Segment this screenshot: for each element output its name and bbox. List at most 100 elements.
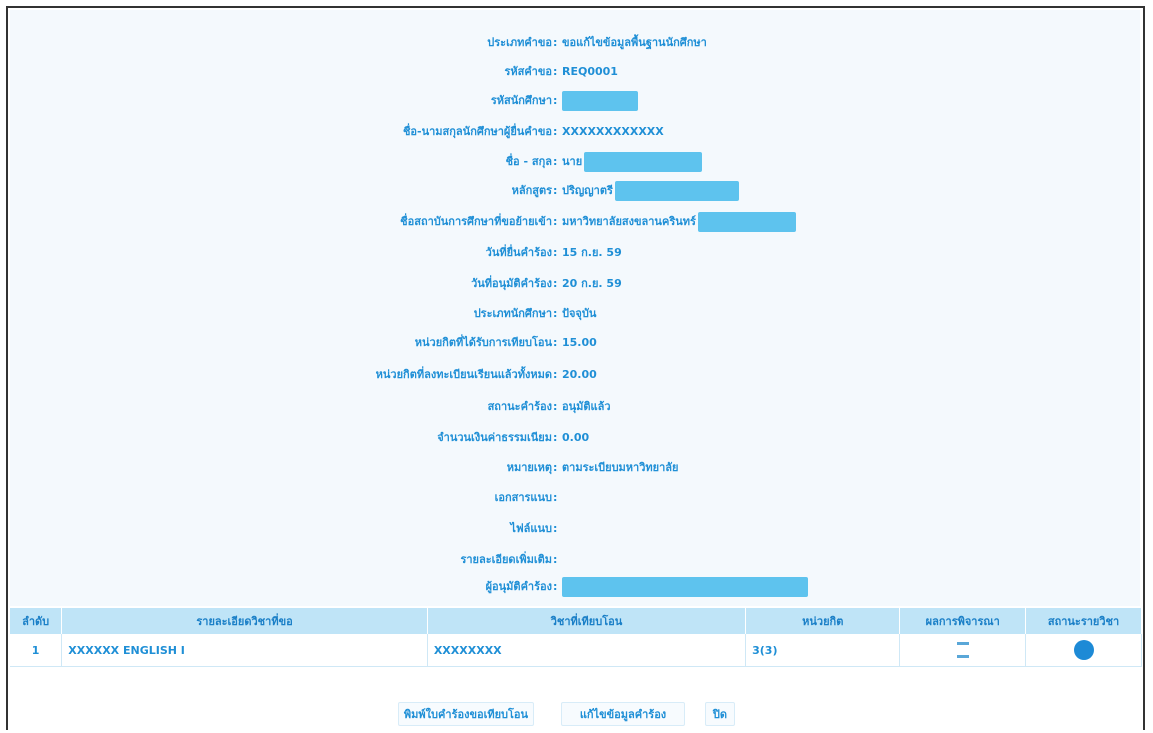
redacted-value bbox=[562, 577, 808, 597]
form-row: หมายเหตุ: ตามระเบียบมหาวิทยาลัย bbox=[10, 457, 1140, 479]
status-indicator-icon[interactable] bbox=[1073, 640, 1094, 660]
cell-result bbox=[899, 634, 1027, 667]
field-value-text: ปริญญาตรี bbox=[562, 184, 613, 197]
field-separator: : bbox=[553, 246, 558, 259]
field-separator: : bbox=[553, 36, 558, 49]
field-separator: : bbox=[553, 125, 558, 138]
field-value: ปัจจุบัน bbox=[562, 303, 596, 325]
field-value: ขอแก้ไขข้อมูลพื้นฐานนักศึกษา bbox=[562, 32, 707, 54]
field-label: สถานะคำร้อง bbox=[487, 400, 552, 413]
field-value: 0.00 bbox=[562, 427, 589, 449]
field-value: ปริญญาตรี bbox=[562, 180, 739, 202]
field-value: 15 ก.ย. 59 bbox=[562, 242, 622, 264]
field-value-text: 15.00 bbox=[562, 336, 597, 349]
field-separator: : bbox=[553, 400, 558, 413]
form-row: ชื่อสถาบันการศึกษาที่ขอย้ายเข้า: มหาวิทยา… bbox=[10, 211, 1140, 233]
redacted-value bbox=[584, 152, 703, 172]
field-label: ประเภทนักศึกษา bbox=[473, 307, 552, 320]
field-value: 20.00 bbox=[562, 364, 597, 386]
form-row: หน่วยกิตที่ได้รับการเทียบโอน:15.00 bbox=[10, 332, 1140, 354]
field-separator: : bbox=[553, 215, 558, 228]
field-value bbox=[562, 576, 808, 598]
field-value bbox=[562, 90, 638, 112]
col-header-status: สถานะรายวิชา bbox=[1025, 608, 1142, 634]
cell-transfer: XXXXXXXX bbox=[427, 634, 747, 667]
field-value: REQ0001 bbox=[562, 61, 618, 83]
edit-button[interactable]: แก้ไขข้อมูลคำร้อง bbox=[561, 702, 685, 726]
cell-status bbox=[1025, 634, 1142, 667]
col-header-result: ผลการพิจารณา bbox=[899, 608, 1027, 634]
field-label: จำนวนเงินค่าธรรมเนียม bbox=[437, 431, 552, 444]
field-label: ไฟล์แนบ bbox=[510, 522, 552, 535]
subject-table: ลำดับ รายละเอียดวิชาที่ขอ วิชาที่เทียบโอ… bbox=[10, 608, 1142, 667]
redacted-value bbox=[697, 212, 796, 232]
field-value-text: นาย bbox=[562, 155, 583, 168]
form-row: ชื่อ-นามสกุลนักศึกษาผู้ยื่นคำขอ: XXXXXXXX… bbox=[10, 121, 1140, 143]
form-row: รหัสนักศึกษา: bbox=[10, 90, 1140, 112]
field-value: อนุมัติแล้ว bbox=[562, 396, 611, 418]
form-row: รหัสคำขอ: REQ0001 bbox=[10, 61, 1140, 83]
field-separator: : bbox=[553, 336, 558, 349]
redacted-value bbox=[614, 181, 739, 201]
request-detail-form: ประเภทคำขอ: ขอแก้ไขข้อมูลพื้นฐานนักศึกษาร… bbox=[10, 10, 1140, 606]
field-separator: : bbox=[553, 553, 558, 566]
field-separator: : bbox=[553, 94, 558, 107]
field-value-text: ตามระเบียบมหาวิทยาลัย bbox=[562, 461, 679, 474]
field-separator: : bbox=[553, 65, 558, 78]
redacted-value bbox=[562, 91, 638, 111]
close-button[interactable]: ปิด bbox=[705, 702, 735, 726]
field-separator: : bbox=[553, 368, 558, 381]
field-label: ชื่อ-นามสกุลนักศึกษาผู้ยื่นคำขอ bbox=[402, 125, 552, 138]
col-header-subject: รายละเอียดวิชาที่ขอ bbox=[61, 608, 428, 634]
approved-icon bbox=[956, 642, 969, 658]
field-label: หน่วยกิตที่ได้รับการเทียบโอน bbox=[414, 336, 552, 349]
field-label: ชื่อสถาบันการศึกษาที่ขอย้ายเข้า bbox=[400, 215, 552, 228]
field-separator: : bbox=[553, 307, 558, 320]
field-value-text: 20.00 bbox=[562, 368, 597, 381]
field-value-text: อนุมัติแล้ว bbox=[562, 400, 611, 413]
form-row: ชื่อ - สกุล: นาย bbox=[10, 151, 1140, 173]
field-value: XXXXXXXXXXXX bbox=[562, 121, 664, 143]
form-row: หลักสูตร: ปริญญาตรี bbox=[10, 180, 1140, 202]
field-value: ตามระเบียบมหาวิทยาลัย bbox=[562, 457, 678, 479]
form-row: ประเภทคำขอ: ขอแก้ไขข้อมูลพื้นฐานนักศึกษา bbox=[10, 32, 1140, 54]
form-row: ประเภทนักศึกษา: ปัจจุบัน bbox=[10, 303, 1140, 325]
col-header-transfer: วิชาที่เทียบโอน bbox=[427, 608, 747, 634]
field-value-text: ขอแก้ไขข้อมูลพื้นฐานนักศึกษา bbox=[562, 36, 707, 49]
field-value: มหาวิทยาลัยสงขลานครินทร์ bbox=[562, 211, 796, 233]
form-row: หน่วยกิตที่ลงทะเบียนเรียนแล้วทั้งหมด:20.… bbox=[10, 364, 1140, 386]
print-button[interactable]: พิมพ์ใบคำร้องขอเทียบโอน bbox=[398, 702, 534, 726]
field-label: รหัสนักศึกษา bbox=[490, 94, 552, 107]
field-separator: : bbox=[553, 522, 558, 535]
form-row: ไฟล์แนบ: bbox=[10, 518, 1140, 540]
form-row: สถานะคำร้อง: อนุมัติแล้ว bbox=[10, 396, 1140, 418]
table-row: 1 XXXXXX ENGLISH I XXXXXXXX 3(3) bbox=[10, 634, 1142, 667]
col-header-credit: หน่วยกิต bbox=[745, 608, 901, 634]
cell-subject: XXXXXX ENGLISH I bbox=[61, 634, 428, 667]
field-label: วันที่ยื่นคำร้อง bbox=[485, 246, 552, 259]
field-value-text: XXXXXXXXXXXX bbox=[562, 125, 664, 138]
action-bar: พิมพ์ใบคำร้องขอเทียบโอน แก้ไขข้อมูลคำร้อ… bbox=[0, 702, 1153, 726]
field-label: ประเภทคำขอ bbox=[487, 36, 552, 49]
cell-credit: 3(3) bbox=[745, 634, 901, 667]
field-value-text: ปัจจุบัน bbox=[562, 307, 597, 320]
field-separator: : bbox=[553, 491, 558, 504]
field-separator: : bbox=[553, 277, 558, 290]
field-value-text: มหาวิทยาลัยสงขลานครินทร์ bbox=[562, 215, 696, 228]
field-separator: : bbox=[553, 155, 558, 168]
field-label: เอกสารแนบ bbox=[494, 491, 552, 504]
field-value: 20 ก.ย. 59 bbox=[562, 273, 622, 295]
field-label: ชื่อ - สกุล bbox=[505, 155, 552, 168]
field-label: รายละเอียดเพิ่มเติม bbox=[460, 553, 552, 566]
field-value-text: 20 ก.ย. 59 bbox=[562, 277, 622, 290]
field-label: วันที่อนุมัติคำร้อง bbox=[471, 277, 552, 290]
field-separator: : bbox=[553, 461, 558, 474]
table-header-row: ลำดับ รายละเอียดวิชาที่ขอ วิชาที่เทียบโอ… bbox=[10, 608, 1142, 634]
field-separator: : bbox=[553, 431, 558, 444]
cell-no: 1 bbox=[10, 634, 63, 667]
field-value: นาย bbox=[562, 151, 703, 173]
field-value-text: 15 ก.ย. 59 bbox=[562, 246, 622, 259]
field-label: หมายเหตุ bbox=[506, 461, 552, 474]
form-row: เอกสารแนบ: bbox=[10, 487, 1140, 509]
form-row: วันที่อนุมัติคำร้อง:20 ก.ย. 59 bbox=[10, 273, 1140, 295]
